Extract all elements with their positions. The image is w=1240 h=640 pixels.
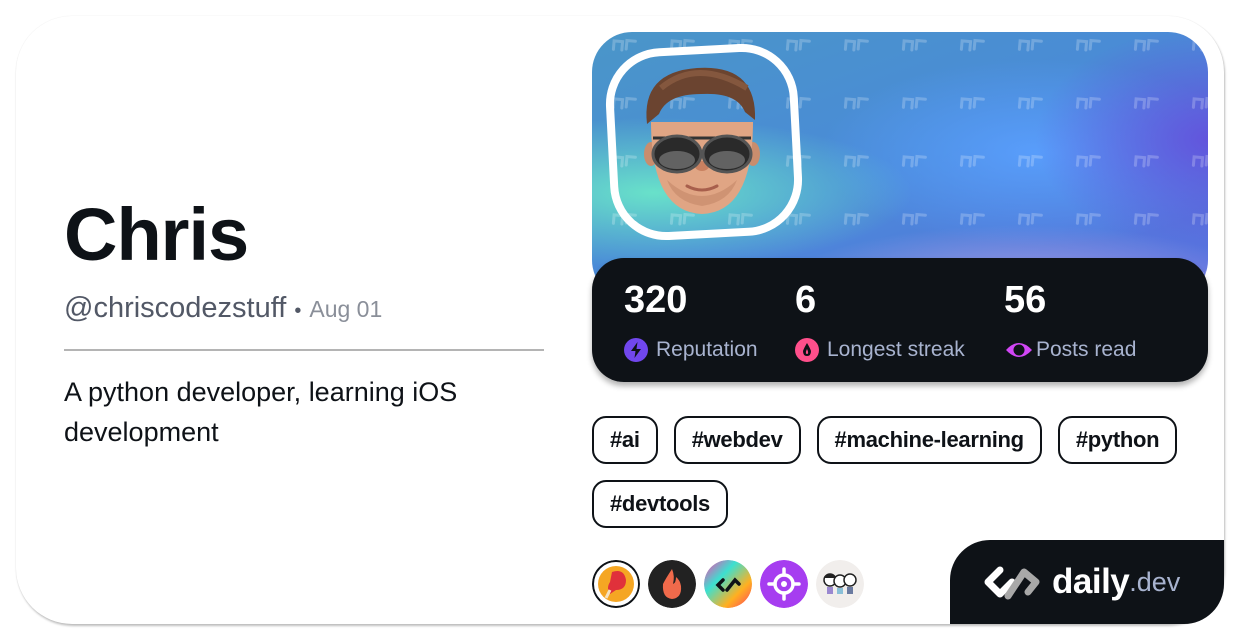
stats-panel: 320 Reputation 6 Longest streak 56 Posts… — [592, 258, 1208, 382]
stat-longest-streak: 6 Longest streak — [795, 278, 965, 362]
daily-dev-logo: daily .dev — [950, 540, 1224, 624]
tag-chip[interactable]: #machine-learning — [816, 416, 1042, 464]
rainbow-daily-badge — [704, 560, 752, 608]
profile-bio: A python developer, learning iOS develop… — [64, 377, 458, 447]
tag-chip[interactable]: #python — [1057, 416, 1178, 464]
logo-tld: .dev — [1129, 566, 1181, 597]
handle-row: @chriscodezstuff • Aug 01 — [64, 292, 382, 325]
flame-icon — [795, 338, 819, 362]
lightning-icon — [624, 338, 648, 362]
boxing-glove-badge — [592, 560, 640, 608]
tag-chip[interactable]: #devtools — [592, 480, 728, 528]
tags-list: #ai #webdev #machine-learning #python #d… — [592, 416, 1212, 528]
stat-label: Posts read — [1036, 338, 1137, 361]
profile-name: Chris — [64, 193, 249, 276]
daily-dev-logo-icon — [984, 566, 1040, 600]
logo-text: daily — [1052, 562, 1130, 601]
stat-posts-read: 56 Posts read — [1004, 278, 1136, 362]
stat-reputation: 320 Reputation — [624, 278, 758, 362]
eye-icon — [1006, 343, 1032, 357]
divider — [64, 349, 544, 351]
stat-value: 320 — [624, 279, 688, 321]
stat-label: Reputation — [656, 338, 758, 361]
tag-chip[interactable]: #webdev — [673, 416, 801, 464]
characters-badge — [816, 560, 864, 608]
joined-date: Aug 01 — [309, 296, 383, 322]
stat-value: 6 — [795, 279, 817, 321]
badges-row — [592, 560, 864, 608]
target-badge — [760, 560, 808, 608]
profile-handle: @chriscodezstuff — [64, 292, 287, 324]
tag-chip[interactable]: #ai — [592, 416, 658, 464]
avatar — [644, 67, 760, 214]
fire-badge — [648, 560, 696, 608]
stat-value: 56 — [1004, 279, 1047, 321]
stat-label: Longest streak — [827, 338, 965, 361]
separator-dot: • — [294, 300, 302, 322]
